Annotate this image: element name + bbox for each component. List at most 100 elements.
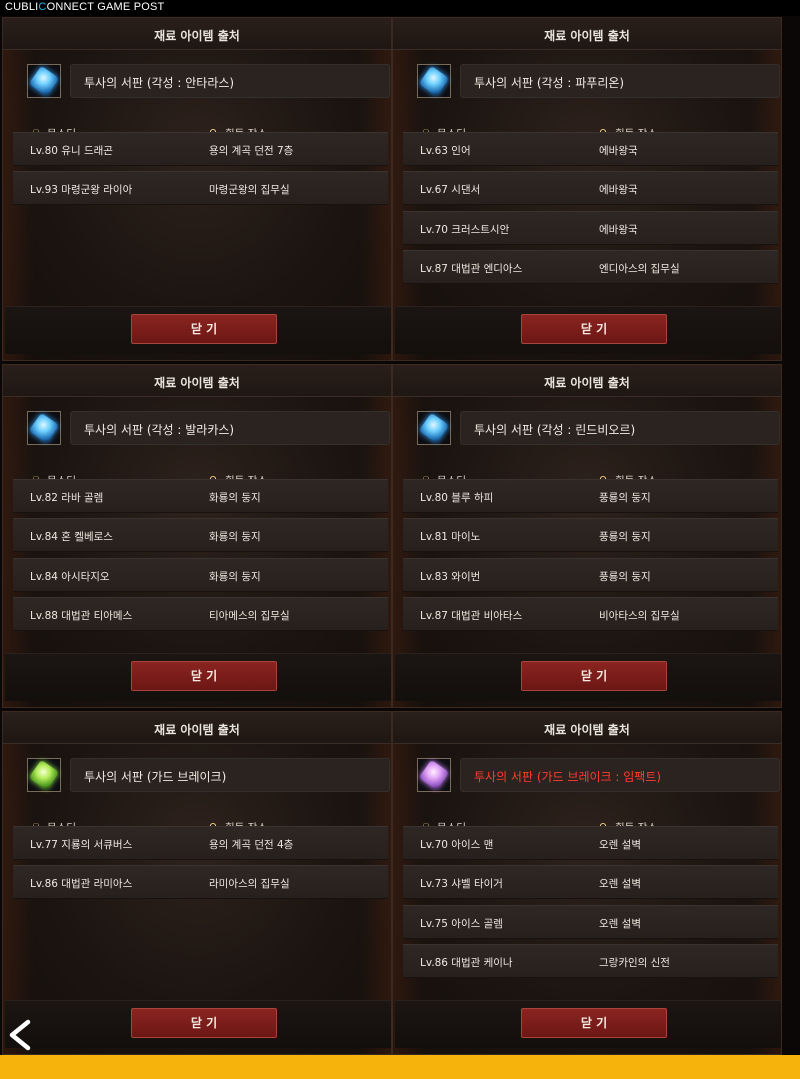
drop-location: 오렌 설벽 [599, 918, 641, 930]
item-slot[interactable] [417, 758, 451, 792]
gem-icon [28, 412, 60, 444]
monster-name: Lv.70 크러스트시안 [420, 224, 510, 236]
monster-name: Lv.84 아시타지오 [30, 571, 110, 583]
brand-logo: CUBLICONNECT GAME POST [5, 1, 165, 13]
monster-name: Lv.77 지룡의 서큐버스 [30, 839, 133, 851]
source-row[interactable]: Lv.86 대법관 케이나 그랑카인의 신전 [403, 944, 778, 978]
item-name-box: 투사의 서판 (가드 브레이크 : 임팩트) [460, 758, 780, 792]
panel-header: 재료 아이템 출처 [3, 712, 391, 744]
drop-location: 티아메스의 집무실 [209, 610, 290, 622]
source-row[interactable]: Lv.88 대법관 티아메스 티아메스의 집무실 [13, 597, 388, 631]
source-row[interactable]: Lv.63 인어 에바왕국 [403, 132, 778, 166]
source-row[interactable]: Lv.86 대법관 라미아스 라미아스의 집무실 [13, 865, 388, 899]
source-row[interactable]: Lv.84 혼 켈베로스 화룡의 둥지 [13, 518, 388, 552]
source-row[interactable]: Lv.70 아이스 맨 오렌 설벽 [403, 826, 778, 860]
source-row[interactable]: Lv.80 유니 드래곤 용의 계곡 던전 7층 [13, 132, 388, 166]
monster-name: Lv.67 시댄서 [420, 184, 481, 196]
drop-location: 용의 계곡 던전 7층 [209, 145, 294, 157]
monster-name: Lv.83 와이번 [420, 571, 481, 583]
gem-icon [28, 759, 60, 791]
bottom-bar [0, 1055, 800, 1079]
panel-title: 재료 아이템 출처 [154, 29, 240, 43]
close-button[interactable]: 닫 기 [521, 314, 667, 344]
close-button[interactable]: 닫 기 [521, 661, 667, 691]
source-row[interactable]: Lv.87 대법관 비아타스 비아타스의 집무실 [403, 597, 778, 631]
monster-name: Lv.84 혼 켈베로스 [30, 531, 113, 543]
item-name-box: 투사의 서판 (각성 : 발라카스) [70, 411, 390, 445]
panel-footer: 닫 기 [395, 653, 781, 701]
top-bar: CUBLICONNECT GAME POST [0, 0, 800, 16]
close-button[interactable]: 닫 기 [131, 1008, 277, 1038]
drop-location: 마령군왕의 집무실 [209, 184, 290, 196]
source-row[interactable]: Lv.81 마이노 풍룡의 둥지 [403, 518, 778, 552]
item-source-panel: 재료 아이템 출처 투사의 서판 (각성 : 린드비오르) ☠몬스터 ⚲획득 장… [392, 364, 782, 708]
source-row[interactable]: Lv.93 마령군왕 라이아 마령군왕의 집무실 [13, 171, 388, 205]
monster-name: Lv.70 아이스 맨 [420, 839, 494, 851]
gem-icon [418, 412, 450, 444]
item-name: 투사의 서판 (각성 : 파푸리온) [474, 76, 625, 90]
gem-icon [28, 65, 60, 97]
item-slot[interactable] [27, 758, 61, 792]
source-row[interactable]: Lv.75 아이스 골렘 오렌 설벽 [403, 905, 778, 939]
item-slot[interactable] [417, 411, 451, 445]
item-name-box: 투사의 서판 (각성 : 파푸리온) [460, 64, 780, 98]
panel-title: 재료 아이템 출처 [544, 29, 630, 43]
panel-title: 재료 아이템 출처 [544, 723, 630, 737]
drop-location: 오렌 설벽 [599, 839, 641, 851]
source-row[interactable]: Lv.82 라바 골렘 화룡의 둥지 [13, 479, 388, 513]
drop-location: 화룡의 둥지 [209, 571, 261, 583]
drop-location: 라미아스의 집무실 [209, 878, 290, 890]
panel-header: 재료 아이템 출처 [393, 712, 781, 744]
item-source-panel: 재료 아이템 출처 투사의 서판 (각성 : 안타라스) ☠몬스터 ⚲획득 장소… [2, 17, 392, 361]
drop-location: 풍룡의 둥지 [599, 571, 651, 583]
item-name: 투사의 서판 (각성 : 안타라스) [84, 76, 235, 90]
monster-name: Lv.93 마령군왕 라이아 [30, 184, 133, 196]
item-source-panel: 재료 아이템 출처 투사의 서판 (가드 브레이크) ☠몬스터 ⚲획득 장소 L… [2, 711, 392, 1055]
drop-location: 용의 계곡 던전 4층 [209, 839, 294, 851]
panel-title: 재료 아이템 출처 [154, 723, 240, 737]
close-button[interactable]: 닫 기 [131, 314, 277, 344]
monster-name: Lv.87 대법관 비아타스 [420, 610, 523, 622]
drop-location: 에바왕국 [599, 224, 638, 236]
item-name-box: 투사의 서판 (각성 : 안타라스) [70, 64, 390, 98]
monster-name: Lv.86 대법관 케이나 [420, 957, 513, 969]
panel-footer: 닫 기 [5, 653, 391, 701]
drop-location: 그랑카인의 신전 [599, 957, 670, 969]
source-row[interactable]: Lv.87 대법관 엔디아스 엔디아스의 집무실 [403, 250, 778, 284]
panel-footer: 닫 기 [395, 1000, 781, 1048]
source-row[interactable]: Lv.67 시댄서 에바왕국 [403, 171, 778, 205]
panel-header: 재료 아이템 출처 [393, 365, 781, 397]
monster-name: Lv.80 유니 드래곤 [30, 145, 113, 157]
monster-name: Lv.81 마이노 [420, 531, 481, 543]
drop-location: 에바왕국 [599, 145, 638, 157]
monster-name: Lv.63 인어 [420, 145, 471, 157]
item-name: 투사의 서판 (각성 : 발라카스) [84, 423, 235, 437]
source-row[interactable]: Lv.83 와이번 풍룡의 둥지 [403, 558, 778, 592]
drop-location: 비아타스의 집무실 [599, 610, 680, 622]
drop-location: 화룡의 둥지 [209, 531, 261, 543]
source-row[interactable]: Lv.80 블루 하피 풍룡의 둥지 [403, 479, 778, 513]
panel-header: 재료 아이템 출처 [393, 18, 781, 50]
source-row[interactable]: Lv.77 지룡의 서큐버스 용의 계곡 던전 4층 [13, 826, 388, 860]
source-row[interactable]: Lv.70 크러스트시안 에바왕국 [403, 211, 778, 245]
panel-footer: 닫 기 [5, 306, 391, 354]
monster-name: Lv.80 블루 하피 [420, 492, 494, 504]
monster-name: Lv.86 대법관 라미아스 [30, 878, 133, 890]
panel-footer: 닫 기 [5, 1000, 391, 1048]
drop-location: 풍룡의 둥지 [599, 492, 651, 504]
monster-name: Lv.88 대법관 티아메스 [30, 610, 133, 622]
item-slot[interactable] [417, 64, 451, 98]
close-button[interactable]: 닫 기 [521, 1008, 667, 1038]
item-slot[interactable] [27, 411, 61, 445]
drop-location: 화룡의 둥지 [209, 492, 261, 504]
close-button[interactable]: 닫 기 [131, 661, 277, 691]
item-slot[interactable] [27, 64, 61, 98]
back-arrow-icon[interactable] [6, 1018, 34, 1052]
source-row[interactable]: Lv.73 샤벨 타이거 오렌 설벽 [403, 865, 778, 899]
monster-name: Lv.73 샤벨 타이거 [420, 878, 503, 890]
source-row[interactable]: Lv.84 아시타지오 화룡의 둥지 [13, 558, 388, 592]
item-name-box: 투사의 서판 (각성 : 린드비오르) [460, 411, 780, 445]
drop-location: 에바왕국 [599, 184, 638, 196]
drop-location: 엔디아스의 집무실 [599, 263, 680, 275]
monster-name: Lv.82 라바 골렘 [30, 492, 104, 504]
